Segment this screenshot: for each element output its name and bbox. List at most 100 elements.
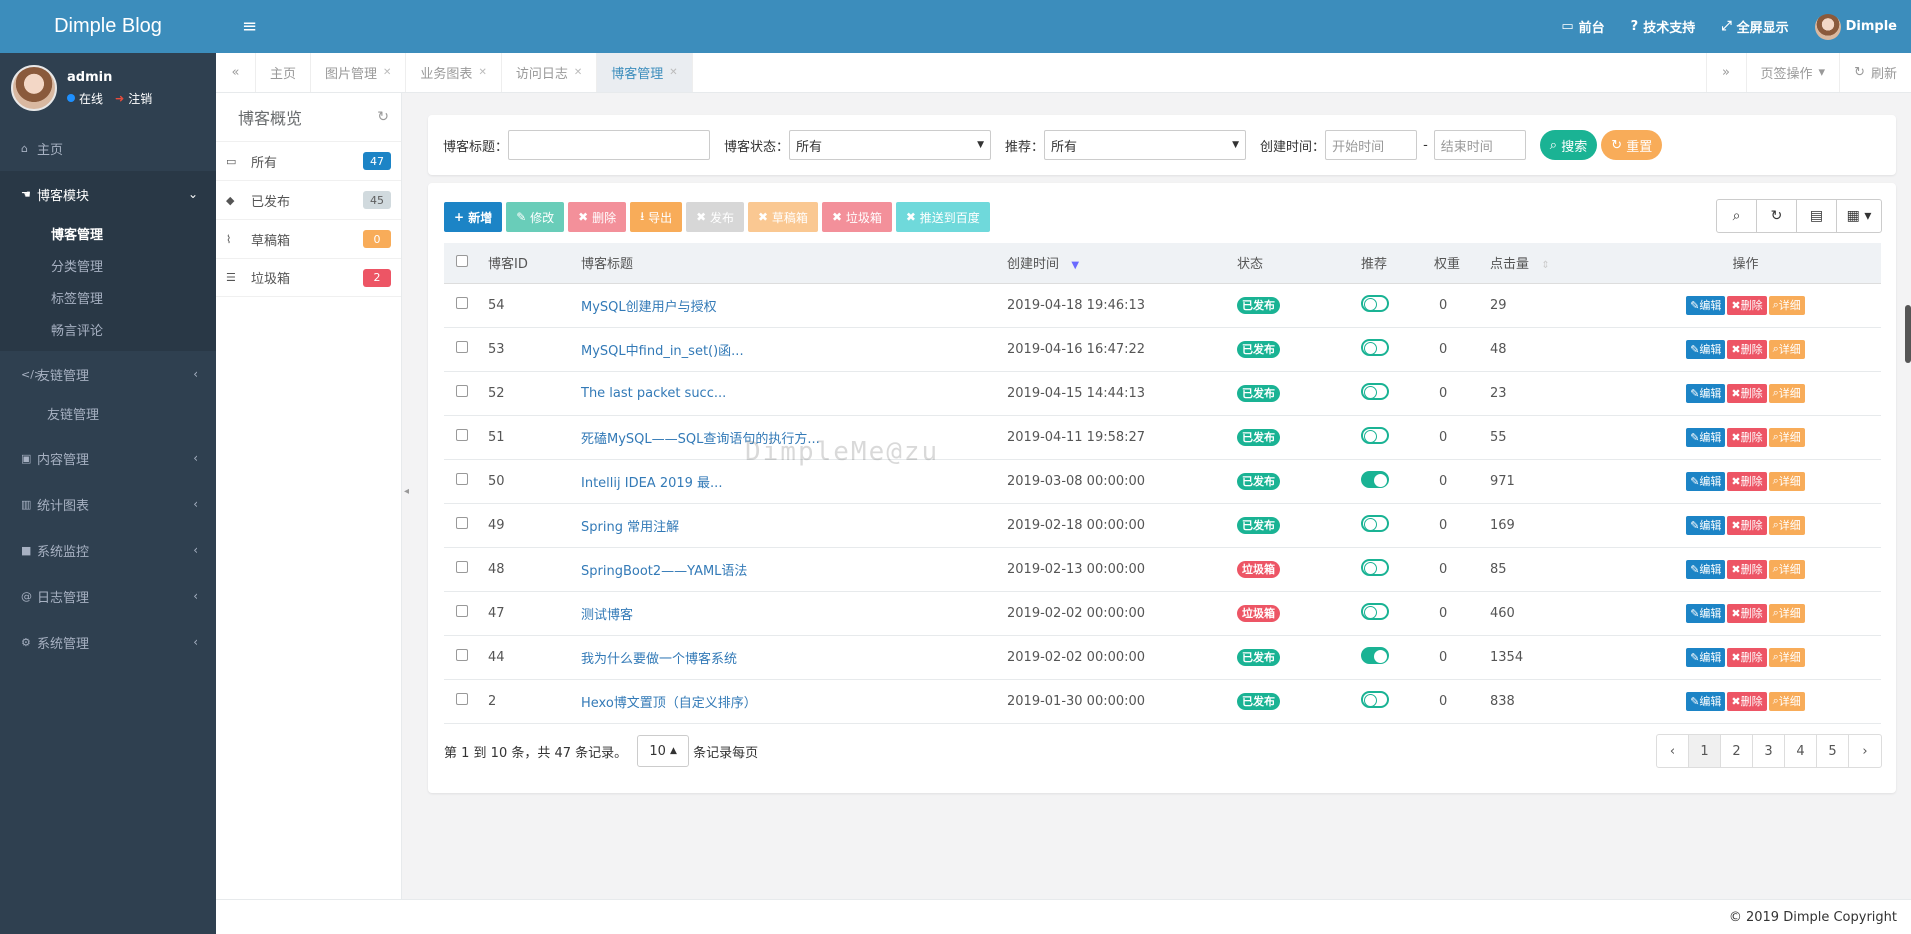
table-row[interactable]: 48 SpringBoot2——YAML语法 2019-02-13 00:00:00… bbox=[444, 547, 1881, 592]
sidebar-item-tags[interactable]: 标签管理 bbox=[0, 281, 216, 313]
row-delete-button[interactable]: ✖ 删除 bbox=[1727, 559, 1767, 579]
table-row[interactable]: 2 Hexo博文置顶（自定义排序） 2019-01-30 00:00:00 已发布 0 8… bbox=[444, 679, 1881, 724]
sidebar-item-monitor[interactable]: ■ 系统监控 ‹ bbox=[0, 527, 216, 573]
row-checkbox[interactable] bbox=[456, 341, 468, 353]
menu-toggle-icon[interactable]: ≡ bbox=[242, 16, 257, 37]
brand-title[interactable]: Dimple Blog bbox=[0, 0, 216, 53]
row-checkbox[interactable] bbox=[456, 693, 468, 705]
row-checkbox[interactable] bbox=[456, 605, 468, 617]
row-checkbox[interactable] bbox=[456, 561, 468, 573]
row-edit-button[interactable]: ✎ 编辑 bbox=[1686, 295, 1726, 315]
col-weight[interactable]: 权重 bbox=[1434, 243, 1490, 284]
row-delete-button[interactable]: ✖ 删除 bbox=[1727, 427, 1767, 447]
blog-title-link[interactable]: 死磕MySQL——SQL查询语句的执行方... bbox=[581, 432, 820, 447]
sidebar-item-links[interactable]: </> 友链管理 ‹ bbox=[0, 351, 216, 397]
row-edit-button[interactable]: ✎ 编辑 bbox=[1686, 471, 1726, 491]
sidebar-item-blog-manage[interactable]: 博客管理 bbox=[0, 217, 216, 249]
row-checkbox[interactable] bbox=[456, 473, 468, 485]
row-checkbox[interactable] bbox=[456, 649, 468, 661]
row-detail-button[interactable]: ⌕ 详细 bbox=[1768, 603, 1805, 623]
next-page-button[interactable]: › bbox=[1849, 735, 1881, 767]
row-edit-button[interactable]: ✎ 编辑 bbox=[1686, 603, 1726, 623]
row-delete-button[interactable]: ✖ 删除 bbox=[1727, 603, 1767, 623]
trash-button[interactable]: ✖ 垃圾箱 bbox=[821, 202, 892, 232]
row-detail-button[interactable]: ⌕ 详细 bbox=[1768, 471, 1805, 491]
delete-button[interactable]: ✖ 删除 bbox=[568, 202, 627, 232]
push-baidu-button[interactable]: ✖ 推送到百度 bbox=[895, 202, 990, 232]
overview-item-trash[interactable]: ☰ 垃圾箱 2 bbox=[216, 258, 401, 297]
sidebar-item-logs[interactable]: @ 日志管理 ‹ bbox=[0, 573, 216, 619]
publish-button[interactable]: ✖ 发布 bbox=[686, 202, 745, 232]
sidebar-item-system[interactable]: ⚙ 系统管理 ‹ bbox=[0, 619, 216, 665]
blog-title-link[interactable]: Intellij IDEA 2019 最... bbox=[581, 476, 722, 491]
logout-icon[interactable]: ➜ bbox=[115, 92, 124, 105]
row-detail-button[interactable]: ⌕ 详细 bbox=[1768, 559, 1805, 579]
table-row[interactable]: 53 MySQL中find_in_set()函... 2019-04-16 16:4… bbox=[444, 327, 1881, 372]
table-row[interactable]: 50 Intellij IDEA 2019 最... 2019-03-08 00:0… bbox=[444, 459, 1881, 504]
row-delete-button[interactable]: ✖ 删除 bbox=[1727, 515, 1767, 535]
user-avatar[interactable] bbox=[11, 65, 57, 111]
table-row[interactable]: 47 测试博客 2019-02-02 00:00:00 垃圾箱 0 460 ✎ 编辑 ✖ 删除 ⌕ 详… bbox=[444, 591, 1881, 636]
tab-refresh-button[interactable]: ↻ 刷新 bbox=[1839, 53, 1911, 92]
sidebar-item-charts[interactable]: ▥ 统计图表 ‹ bbox=[0, 481, 216, 527]
refresh-table-button[interactable]: ↻ bbox=[1757, 200, 1797, 232]
sidebar-item-home[interactable]: ⌂ 主页 bbox=[0, 125, 216, 171]
recommend-toggle[interactable] bbox=[1361, 602, 1389, 620]
tab-blog-manage[interactable]: 博客管理 ✕ bbox=[597, 53, 693, 92]
recommend-toggle[interactable] bbox=[1361, 338, 1389, 356]
row-detail-button[interactable]: ⌕ 详细 bbox=[1768, 383, 1805, 403]
row-detail-button[interactable]: ⌕ 详细 bbox=[1768, 691, 1805, 711]
blog-title-link[interactable]: MySQL创建用户与授权 bbox=[581, 300, 717, 315]
blog-title-link[interactable]: 我为什么要做一个博客系统 bbox=[581, 652, 737, 667]
close-icon[interactable]: ✕ bbox=[669, 67, 677, 78]
recommend-toggle[interactable] bbox=[1361, 514, 1389, 532]
start-time-input[interactable]: 开始时间 bbox=[1325, 130, 1418, 160]
table-row[interactable]: 52 The last packet succ... 2019-04-15 14:4… bbox=[444, 371, 1881, 416]
row-edit-button[interactable]: ✎ 编辑 bbox=[1686, 647, 1726, 667]
front-link[interactable]: ▭ 前台 bbox=[1561, 17, 1604, 36]
row-detail-button[interactable]: ⌕ 详细 bbox=[1768, 647, 1805, 667]
sidebar-item-link-manage[interactable]: 友链管理 bbox=[0, 397, 216, 429]
sidebar-item-comments[interactable]: 畅言评论 bbox=[0, 313, 216, 345]
row-edit-button[interactable]: ✎ 编辑 bbox=[1686, 339, 1726, 359]
blog-title-link[interactable]: MySQL中find_in_set()函... bbox=[581, 344, 744, 359]
blog-title-link[interactable]: Hexo博文置顶（自定义排序） bbox=[581, 696, 757, 711]
tab-home[interactable]: 主页 bbox=[256, 53, 312, 92]
page-button[interactable]: 4 bbox=[1785, 735, 1817, 767]
col-id[interactable]: 博客ID bbox=[488, 243, 581, 284]
row-delete-button[interactable]: ✖ 删除 bbox=[1727, 339, 1767, 359]
export-button[interactable]: ⭳ 导出 bbox=[630, 202, 683, 232]
tab-access-log[interactable]: 访问日志 ✕ bbox=[502, 53, 598, 92]
reset-button[interactable]: ↻ 重置 bbox=[1601, 130, 1663, 160]
row-edit-button[interactable]: ✎ 编辑 bbox=[1686, 427, 1726, 447]
row-edit-button[interactable]: ✎ 编辑 bbox=[1686, 691, 1726, 711]
tabs-scroll-left-button[interactable]: « bbox=[216, 53, 256, 92]
col-clicks[interactable]: 点击量 ⇕ bbox=[1490, 243, 1610, 284]
recommend-toggle[interactable] bbox=[1361, 426, 1389, 444]
blog-title-link[interactable]: Spring 常用注解 bbox=[581, 520, 679, 535]
page-button[interactable]: 3 bbox=[1753, 735, 1785, 767]
blog-title-link[interactable]: The last packet succ... bbox=[581, 386, 726, 401]
panel-splitter[interactable]: ◂ bbox=[402, 93, 413, 899]
page-button[interactable]: 1 bbox=[1689, 735, 1721, 767]
row-checkbox[interactable] bbox=[456, 297, 468, 309]
end-time-input[interactable]: 结束时间 bbox=[1433, 130, 1526, 160]
tab-operations-dropdown[interactable]: 页签操作 ▾ bbox=[1745, 53, 1840, 92]
recommend-toggle[interactable] bbox=[1361, 690, 1389, 708]
tab-charts[interactable]: 业务图表 ✕ bbox=[406, 53, 502, 92]
sidebar-item-content[interactable]: ▣ 内容管理 ‹ bbox=[0, 435, 216, 481]
col-title[interactable]: 博客标题 bbox=[581, 243, 1007, 284]
row-detail-button[interactable]: ⌕ 详细 bbox=[1768, 515, 1805, 535]
toggle-search-button[interactable]: ⌕ bbox=[1717, 200, 1757, 232]
recommend-toggle[interactable] bbox=[1361, 294, 1389, 312]
page-button[interactable]: 5 bbox=[1817, 735, 1849, 767]
recommend-toggle[interactable] bbox=[1361, 646, 1389, 664]
title-filter-input[interactable] bbox=[508, 130, 711, 160]
recommend-filter-select[interactable]: 所有 ▼ bbox=[1044, 130, 1247, 160]
row-delete-button[interactable]: ✖ 删除 bbox=[1727, 691, 1767, 711]
row-detail-button[interactable]: ⌕ 详细 bbox=[1768, 339, 1805, 359]
table-row[interactable]: 49 Spring 常用注解 2019-02-18 00:00:00 已发布 0 169 ✎… bbox=[444, 503, 1881, 548]
close-icon[interactable]: ✕ bbox=[574, 67, 582, 78]
table-row[interactable]: 44 我为什么要做一个博客系统 2019-02-02 00:00:00 已发布 0 135… bbox=[444, 635, 1881, 680]
close-icon[interactable]: ✕ bbox=[383, 67, 391, 78]
